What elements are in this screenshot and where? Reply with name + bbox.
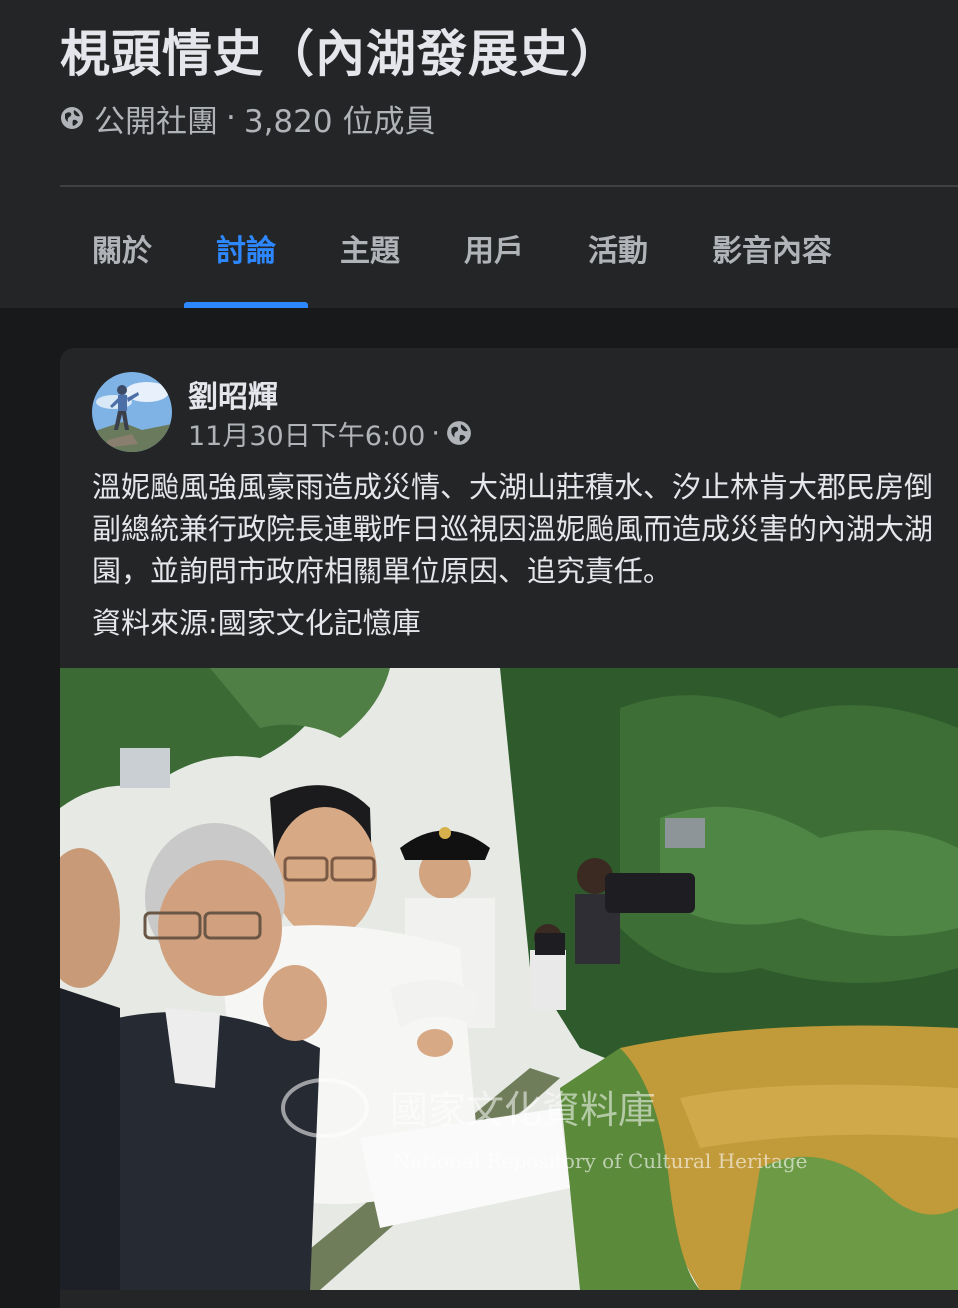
tab-media[interactable]: 影音內容 [680,188,864,308]
post-body: 溫妮颱風強風豪雨造成災情、大湖山莊積水、汐止林肯大郡民房倒 副總統兼行政院長連戰… [92,466,958,592]
tab-about[interactable]: 關於 [60,188,184,308]
group-meta: 公開社團 · 3,820 位成員 [60,96,436,141]
post-meta: 11月30日下午6:00 · [188,414,472,452]
tab-members[interactable]: 用戶 [432,188,556,308]
privacy-label: 公開社團 [94,103,218,140]
tab-discussion[interactable]: 討論 [184,188,308,308]
globe-icon[interactable] [446,420,472,446]
post-meta-separator: · [431,417,440,449]
group-tabs: 關於 討論 主題 用戶 活動 影音內容 [60,188,864,308]
meta-separator: · [226,100,236,136]
photo-illustration: 國家文化資料庫 National Repository of Cultural … [60,668,958,1290]
tab-topics[interactable]: 主題 [308,188,432,308]
avatar-photo [92,372,172,452]
post-text-line: 園，並詢問市政府相關單位原因、追究責任。 [92,554,673,588]
group-header: 梘頭情史（內湖發展史） 公開社團 · 3,820 位成員 關於 討論 主題 用戶… [0,0,958,308]
post-text-line: 副總統兼行政院長連戰昨日巡視因溫妮颱風而造成災害的內湖大湖 [92,512,934,546]
group-title[interactable]: 梘頭情史（內湖發展史） [60,14,621,86]
watermark-en: National Repository of Cultural Heritage [393,1149,808,1173]
post-timestamp[interactable]: 11月30日下午6:00 [188,414,425,453]
avatar[interactable] [92,372,172,452]
member-count[interactable]: 3,820 位成員 [244,96,436,141]
post-text-line: 溫妮颱風強風豪雨造成災情、大湖山莊積水、汐止林肯大郡民房倒 [92,470,934,504]
post-source: 資料來源:國家文化記憶庫 [92,606,421,640]
globe-icon [61,107,83,129]
post-author[interactable]: 劉昭輝 [188,372,278,416]
tab-events[interactable]: 活動 [556,188,680,308]
watermark-cn: 國家文化資料庫 [390,1088,656,1132]
header-divider [60,185,958,187]
post-card: 劉昭輝 11月30日下午6:00 · 溫妮颱風強風豪雨造成災情、大湖山莊積水、汐… [60,348,958,1308]
post-photo[interactable]: 國家文化資料庫 National Repository of Cultural … [60,668,958,1290]
